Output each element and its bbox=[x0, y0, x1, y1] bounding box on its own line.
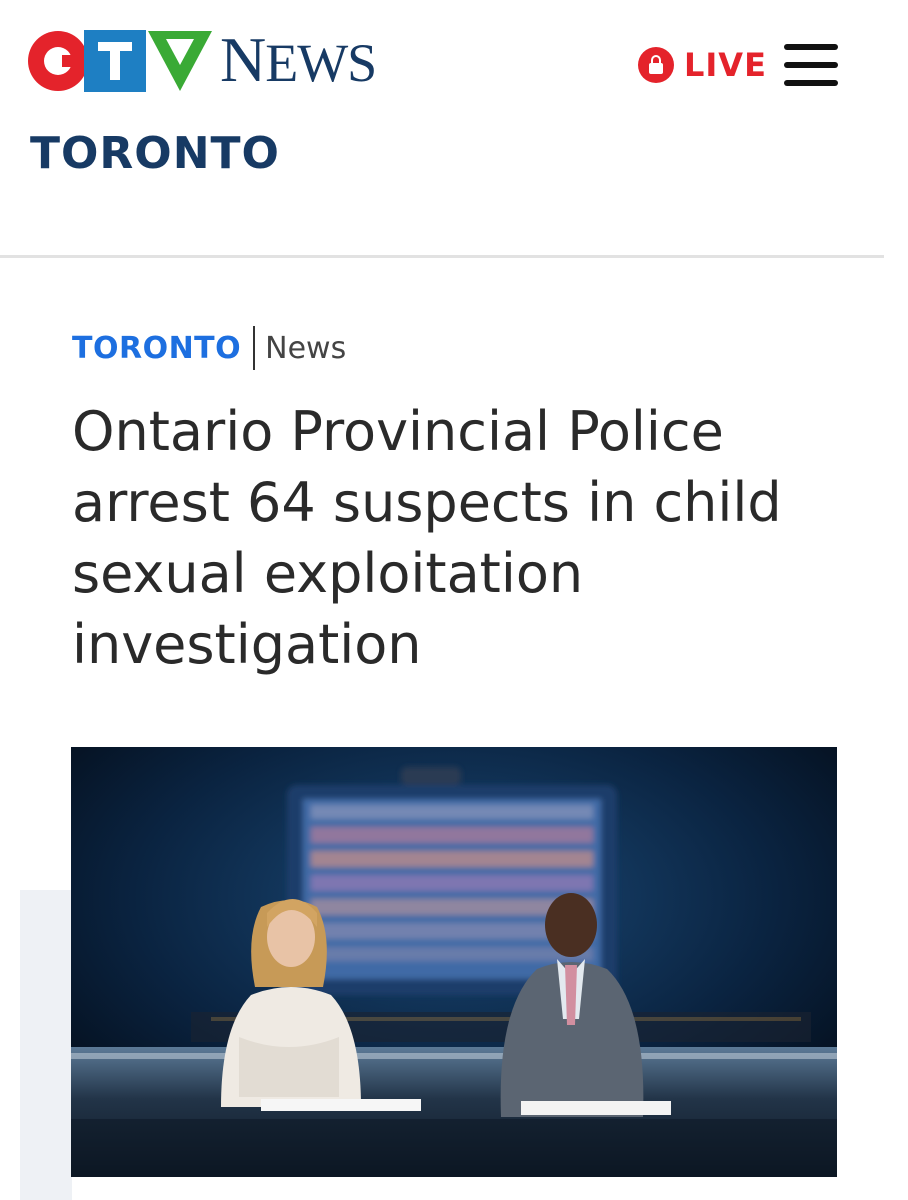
ctv-news-logo[interactable]: NEWS bbox=[28, 23, 377, 95]
section-title[interactable]: TORONTO bbox=[30, 128, 280, 179]
article-headline: Ontario Provincial Police arrest 64 susp… bbox=[72, 400, 782, 676]
breadcrumb: TORONTO News bbox=[72, 326, 346, 370]
ctv-t-letter bbox=[84, 30, 146, 92]
ctv-c-letter bbox=[28, 31, 88, 91]
breadcrumb-type: News bbox=[265, 330, 347, 366]
live-label: LIVE bbox=[684, 46, 767, 84]
header-divider bbox=[0, 255, 884, 258]
background-panel bbox=[20, 890, 72, 1200]
breadcrumb-section-link[interactable]: TORONTO bbox=[72, 331, 241, 366]
article-video-thumbnail[interactable] bbox=[71, 747, 837, 1177]
site-header: NEWS LIVE TORONTO bbox=[0, 0, 908, 258]
breadcrumb-separator bbox=[253, 326, 256, 370]
hamburger-menu-icon[interactable] bbox=[784, 44, 838, 86]
ctv-v-letter bbox=[148, 31, 212, 91]
live-button[interactable]: LIVE bbox=[638, 46, 767, 84]
lock-icon bbox=[638, 47, 674, 83]
logo-news-wordmark: NEWS bbox=[220, 23, 377, 95]
